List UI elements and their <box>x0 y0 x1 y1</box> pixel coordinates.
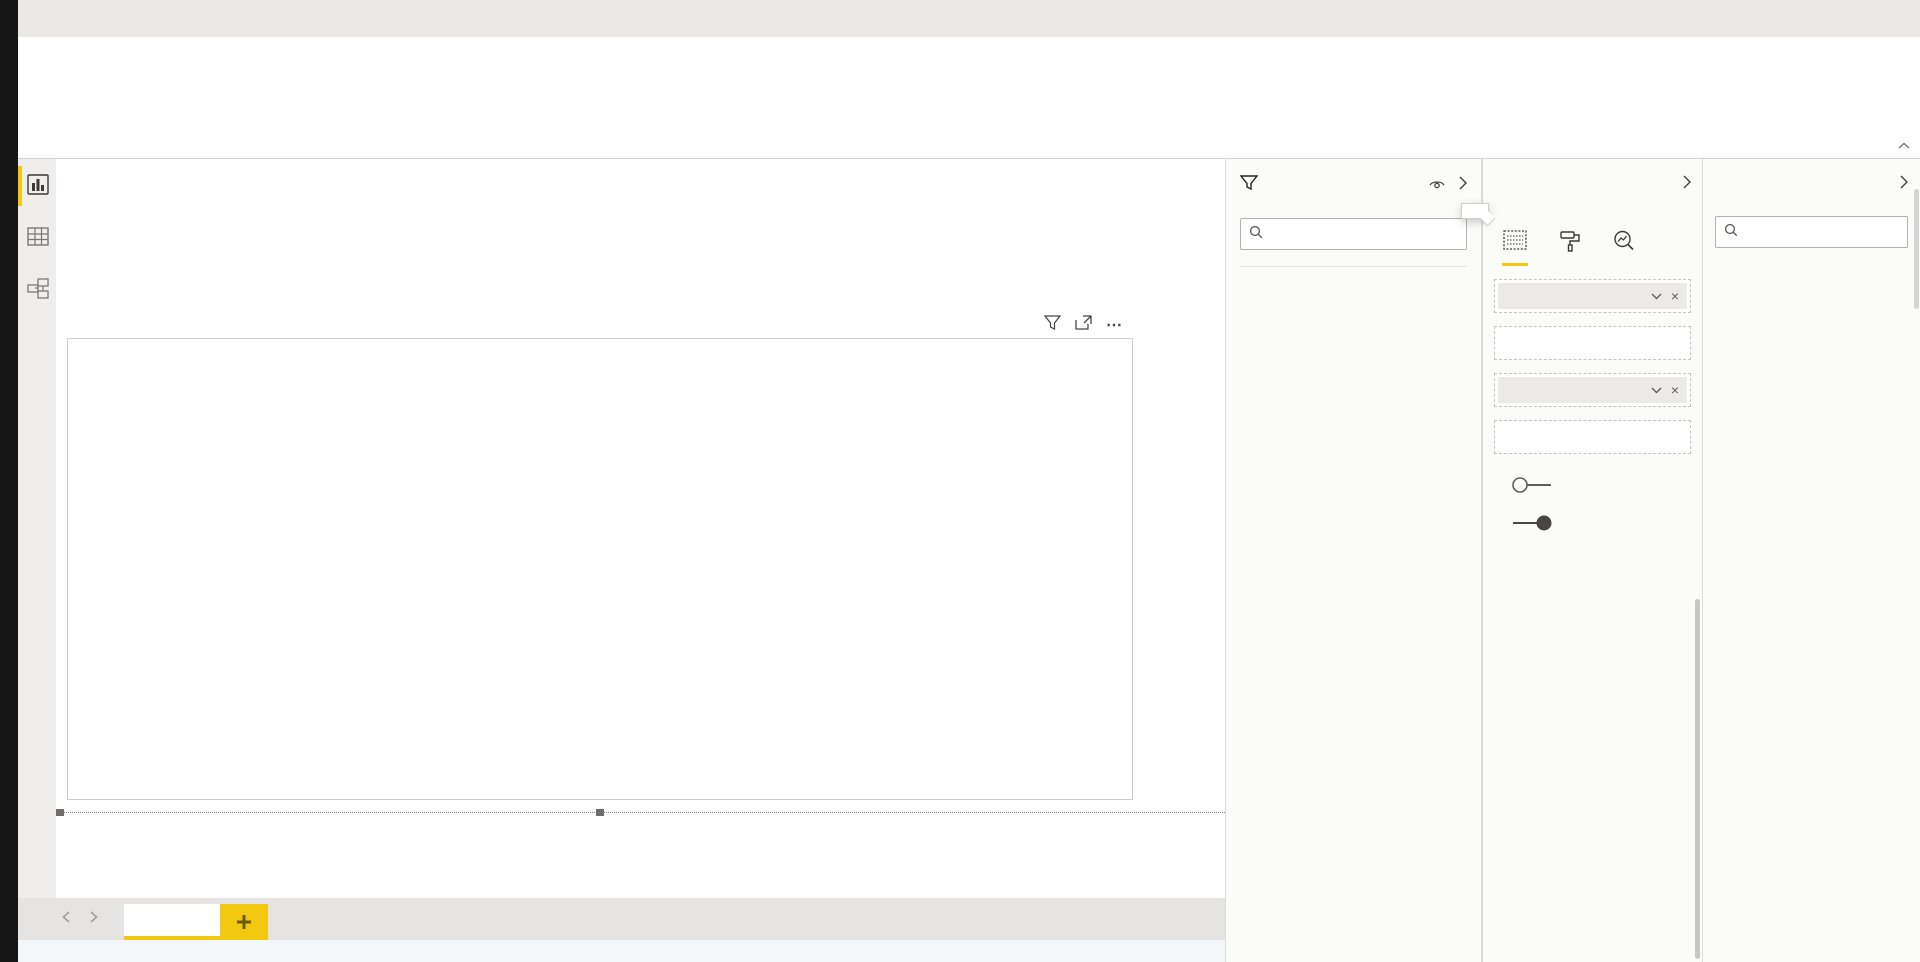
keep-all-filters-toggle[interactable] <box>1511 514 1553 535</box>
filters-search-box[interactable] <box>1240 218 1467 250</box>
search-icon <box>1249 225 1263 244</box>
active-view-indicator <box>18 166 22 206</box>
tab-format[interactable] <box>1558 229 1582 266</box>
chart-bars <box>124 401 1132 753</box>
tab-fields[interactable] <box>1502 229 1528 266</box>
eye-icon[interactable] <box>1428 177 1446 195</box>
tab-analytics[interactable] <box>1612 229 1636 266</box>
cross-report-toggle[interactable] <box>1511 476 1553 497</box>
resize-handle[interactable] <box>56 809 64 816</box>
ribbon <box>18 37 1920 159</box>
more-options-icon[interactable]: ⋯ <box>1106 315 1125 335</box>
page-tab[interactable] <box>124 904 220 940</box>
fields-search-box[interactable] <box>1715 216 1908 248</box>
fields-scrollbar[interactable] <box>1914 189 1919 309</box>
filters-pane <box>1225 159 1482 962</box>
visualizations-scrollbar[interactable] <box>1695 599 1700 959</box>
resize-handle[interactable] <box>596 809 604 816</box>
chevron-down-icon[interactable] <box>1651 387 1662 394</box>
filters-search-input[interactable] <box>1270 226 1458 243</box>
window-edge-strip <box>0 0 18 962</box>
fields-pane <box>1702 159 1920 962</box>
axis-field-chip[interactable]: × <box>1498 283 1687 309</box>
collapse-filters-pane-icon[interactable] <box>1458 176 1467 195</box>
new-page-button[interactable] <box>220 904 268 940</box>
axis-well[interactable]: × <box>1494 279 1691 313</box>
visual-filter-icon[interactable] <box>1044 315 1061 335</box>
report-view-button[interactable] <box>26 173 50 197</box>
next-page-icon[interactable] <box>90 910 98 928</box>
collapse-visualizations-pane-icon[interactable] <box>1682 175 1691 194</box>
search-icon <box>1724 223 1738 242</box>
page-navigation-bar <box>18 898 1225 940</box>
view-rail <box>18 159 56 898</box>
visual-config-tabs <box>1502 229 1691 266</box>
model-view-button[interactable] <box>26 277 50 301</box>
collapse-ribbon-icon[interactable] <box>1898 137 1910 155</box>
page-boundary-line <box>56 812 1225 813</box>
values-field-chip[interactable]: × <box>1498 377 1687 403</box>
filters-funnel-icon <box>1240 175 1258 196</box>
collapse-fields-pane-icon[interactable] <box>1899 175 1908 194</box>
ribbon-tabs <box>18 0 1920 37</box>
visual-hover-toolbar: ⋯ <box>1044 315 1125 335</box>
tooltips-well[interactable] <box>1494 420 1691 454</box>
remove-field-icon[interactable]: × <box>1671 288 1679 304</box>
chevron-down-icon[interactable] <box>1651 293 1662 300</box>
previous-page-icon[interactable] <box>62 910 70 928</box>
legend-well[interactable] <box>1494 326 1691 360</box>
remove-field-icon[interactable]: × <box>1671 382 1679 398</box>
data-view-button[interactable] <box>26 225 50 249</box>
fields-search-input[interactable] <box>1745 224 1899 241</box>
line-chart-tooltip <box>1461 203 1489 219</box>
powerbi-desktop-window: ⋯ <box>0 0 1920 962</box>
report-canvas[interactable]: ⋯ <box>56 159 1225 898</box>
focus-mode-icon[interactable] <box>1075 315 1092 335</box>
visualizations-pane: × × <box>1482 159 1702 962</box>
values-well[interactable]: × <box>1494 373 1691 407</box>
profit-by-date-visual[interactable] <box>67 338 1133 800</box>
status-strip <box>18 940 1225 962</box>
